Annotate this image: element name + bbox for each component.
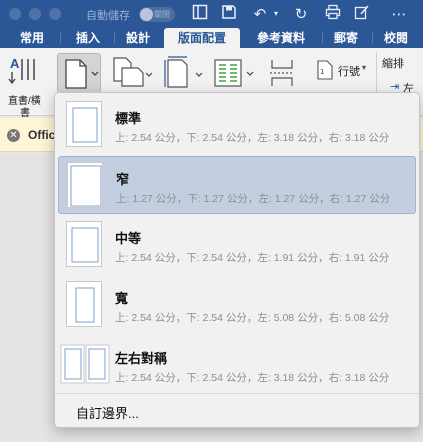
columns-button[interactable] (213, 58, 257, 88)
close-window-button[interactable] (9, 8, 21, 20)
text-direction-icon: A (8, 56, 35, 85)
message-text: Offic (28, 128, 56, 142)
line-numbers-button[interactable]: 1 行號 ▾ (316, 60, 368, 82)
orientation-button[interactable] (110, 56, 154, 90)
print-icon[interactable] (323, 4, 343, 24)
close-message-icon[interactable]: ✕ (7, 129, 20, 142)
orientation-icon (113, 57, 153, 87)
undo-icon[interactable]: ↶ (249, 4, 271, 24)
toggle-knob (140, 8, 153, 21)
tab-references[interactable]: 參考資料 (246, 28, 316, 48)
margin-preset-normal[interactable]: 標準 上: 2.54 公分，下: 2.54 公分，左: 3.18 公分，右: 3… (58, 96, 416, 154)
margin-preset-title: 窄 (116, 172, 130, 187)
edit-icon[interactable] (352, 4, 372, 24)
tab-divider (114, 32, 115, 44)
margin-preset-wide[interactable]: 寬 上: 2.54 公分，下: 2.54 公分，左: 5.08 公分，右: 5.… (58, 276, 416, 334)
line-numbers-dropdown-icon: ▾ (362, 63, 367, 72)
menu-divider (55, 393, 419, 394)
margin-preset-detail: 上: 2.54 公分，下: 2.54 公分，左: 3.18 公分，右: 3.18… (115, 372, 390, 384)
tab-design[interactable]: 設計 (118, 28, 158, 48)
svg-text:1: 1 (320, 68, 324, 76)
margin-wide-icon (66, 281, 102, 327)
margin-narrow-icon (67, 162, 103, 208)
line-numbers-icon: 1 (317, 60, 333, 80)
margin-preset-title: 左右對稱 (115, 351, 168, 366)
autosave-toggle-state: 關閉 (154, 10, 170, 19)
margin-preset-title: 中等 (115, 231, 142, 246)
tab-divider (372, 32, 373, 44)
page-size-button[interactable] (162, 56, 206, 90)
margin-mirrored-icon (60, 344, 110, 384)
svg-text:A: A (10, 56, 20, 71)
tab-divider (60, 32, 61, 44)
tab-insert[interactable]: 插入 (68, 28, 108, 48)
sidebar-icon[interactable] (190, 4, 210, 24)
tab-review[interactable]: 校閱 (376, 28, 416, 48)
margin-preset-title: 標準 (115, 111, 142, 126)
margin-preset-narrow[interactable]: 窄 上: 1.27 公分，下: 1.27 公分，左: 1.27 公分，右: 1.… (58, 156, 416, 214)
margin-preset-moderate[interactable]: 中等 上: 2.54 公分，下: 2.54 公分，左: 1.91 公分，右: 1… (58, 216, 416, 274)
margins-button[interactable] (57, 53, 101, 93)
tab-home[interactable]: 常用 (12, 28, 52, 48)
page-size-icon (164, 56, 203, 88)
text-direction-button[interactable]: A (8, 56, 42, 86)
margin-preset-detail: 上: 2.54 公分，下: 2.54 公分，左: 1.91 公分，右: 1.91… (115, 252, 390, 264)
margin-preset-mirrored[interactable]: 左右對稱 上: 2.54 公分，下: 2.54 公分，左: 3.18 公分，右:… (58, 336, 416, 394)
line-numbers-label: 行號 (338, 66, 360, 78)
autosave-label: 自動儲存 (86, 10, 130, 22)
margin-preset-title: 寬 (115, 291, 129, 306)
margins-icon (65, 59, 99, 89)
tab-mailings[interactable]: 郵寄 (326, 28, 366, 48)
breaks-icon (270, 60, 294, 86)
margin-preset-detail: 上: 2.54 公分，下: 2.54 公分，左: 3.18 公分，右: 3.18… (115, 132, 390, 144)
margin-moderate-icon (66, 221, 102, 267)
indent-label: 縮排 (382, 58, 404, 70)
more-options-icon[interactable]: ⋯ (388, 4, 410, 24)
margins-dropdown-menu: 標準 上: 2.54 公分，下: 2.54 公分，左: 3.18 公分，右: 3… (54, 92, 420, 428)
breaks-button[interactable] (266, 58, 306, 88)
margin-normal-icon (66, 101, 102, 147)
tab-divider (322, 32, 323, 44)
ribbon-tab-bar: 常用 插入 設計 版面配置 參考資料 郵寄 校閱 (0, 28, 423, 48)
text-direction-label-line2: 書 (20, 108, 30, 119)
redo-icon[interactable]: ↻ (292, 4, 310, 24)
margin-preset-detail: 上: 1.27 公分，下: 1.27 公分，左: 1.27 公分，右: 1.27… (116, 193, 391, 205)
tab-layout[interactable]: 版面配置 (164, 28, 240, 48)
custom-margins-item[interactable]: 自訂邊界... (76, 403, 139, 422)
zoom-window-button[interactable] (49, 8, 61, 20)
autosave-toggle[interactable]: 關閉 (139, 7, 175, 22)
columns-icon (214, 59, 254, 87)
title-bar: 自動儲存 關閉 ↶ ▾ ↻ ⋯ (0, 0, 423, 28)
save-icon[interactable] (219, 4, 239, 24)
minimize-window-button[interactable] (29, 8, 41, 20)
margin-preset-detail: 上: 2.54 公分，下: 2.54 公分，左: 5.08 公分，右: 5.08… (115, 312, 390, 324)
undo-dropdown-chevron-icon[interactable]: ▾ (271, 4, 281, 24)
